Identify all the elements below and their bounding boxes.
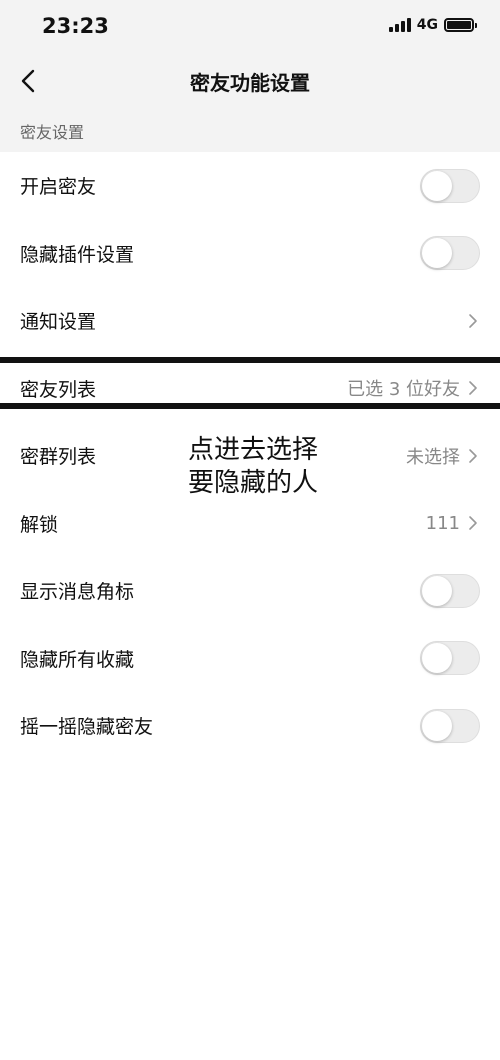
row-label: 摇一摇隐藏密友 bbox=[20, 716, 154, 739]
row-shake-to-hide[interactable]: 摇一摇隐藏密友 bbox=[0, 692, 500, 760]
annotation-line-2: 要隐藏的人 bbox=[188, 468, 319, 498]
annotation-text: 点进去选择 要隐藏的人 bbox=[188, 434, 318, 500]
status-indicators: 4G bbox=[388, 17, 477, 33]
row-label: 密群列表 bbox=[20, 446, 97, 469]
row-label: 隐藏所有收藏 bbox=[20, 648, 135, 671]
row-label: 解锁 bbox=[20, 513, 59, 536]
row-show-badge[interactable]: 显示消息角标 bbox=[0, 557, 500, 625]
row-label: 隐藏插件设置 bbox=[20, 243, 135, 266]
chevron-right-icon bbox=[469, 516, 477, 531]
highlight-line-bottom bbox=[0, 403, 500, 409]
row-value: 111 bbox=[425, 512, 460, 534]
status-time: 23:23 bbox=[42, 14, 109, 38]
status-bar: 23:23 4G bbox=[0, 0, 500, 54]
show-badge-toggle[interactable] bbox=[420, 573, 480, 608]
row-notification-settings[interactable]: 通知设置 bbox=[0, 287, 500, 355]
section-header: 密友设置 bbox=[20, 123, 85, 142]
network-type: 4G bbox=[416, 17, 438, 33]
row-label: 通知设置 bbox=[20, 311, 97, 334]
row-enable-close-friends[interactable]: 开启密友 bbox=[0, 152, 500, 220]
row-label: 显示消息角标 bbox=[20, 581, 135, 604]
row-hide-plugin[interactable]: 隐藏插件设置 bbox=[0, 220, 500, 288]
row-value: 未选择 bbox=[406, 446, 460, 468]
annotation-line-1: 点进去选择 bbox=[188, 435, 319, 465]
chevron-right-icon bbox=[469, 313, 477, 328]
row-label: 开启密友 bbox=[20, 176, 97, 199]
hide-favorites-toggle[interactable] bbox=[420, 641, 480, 676]
row-hide-favorites[interactable]: 隐藏所有收藏 bbox=[0, 625, 500, 693]
row-close-friends-list[interactable]: 密友列表 已选 3 位好友 bbox=[0, 355, 500, 423]
hide-plugin-toggle[interactable] bbox=[420, 236, 480, 271]
chevron-right-icon bbox=[469, 448, 477, 463]
nav-bar: 密友功能设置 bbox=[0, 54, 500, 108]
chevron-right-icon bbox=[469, 381, 477, 396]
battery-icon bbox=[444, 18, 477, 32]
shake-to-hide-toggle[interactable] bbox=[420, 708, 480, 743]
row-value: 已选 3 位好友 bbox=[347, 379, 460, 401]
enable-close-friends-toggle[interactable] bbox=[420, 168, 480, 203]
signal-icon bbox=[388, 18, 411, 32]
row-label: 密友列表 bbox=[20, 378, 97, 401]
page-title: 密友功能设置 bbox=[190, 71, 310, 95]
header-area: 23:23 4G 密友功能设置 密友设置 bbox=[0, 0, 500, 152]
highlight-line-top bbox=[0, 357, 500, 363]
